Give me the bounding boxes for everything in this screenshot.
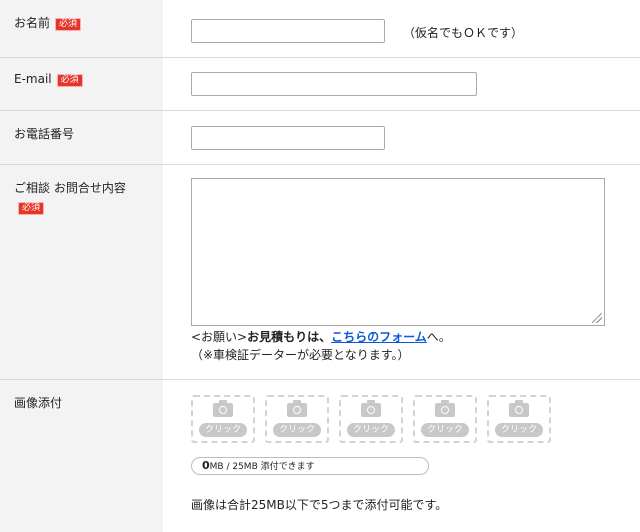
row-name: お名前 必須 （仮名でもＯＫです） bbox=[0, 0, 640, 58]
camera-icon bbox=[361, 400, 381, 417]
contact-form: お名前 必須 （仮名でもＯＫです） E-mail 必須 お電話番号 ご相談 お問合せ… bbox=[0, 0, 640, 532]
click-label: クリック bbox=[347, 423, 395, 437]
note-suffix: へ。 bbox=[426, 330, 451, 344]
image-upload-slot-5[interactable]: クリック bbox=[487, 395, 551, 443]
estimate-form-link[interactable]: こちらのフォーム bbox=[331, 330, 427, 344]
label-email: E-mail bbox=[14, 72, 52, 86]
click-label: クリック bbox=[421, 423, 469, 437]
image-upload-slot-3[interactable]: クリック bbox=[339, 395, 403, 443]
label-cell-images: 画像添付 bbox=[0, 380, 163, 532]
click-label: クリック bbox=[273, 423, 321, 437]
inquiry-textarea[interactable] bbox=[191, 178, 605, 326]
click-label: クリック bbox=[199, 423, 247, 437]
image-upload-slot-1[interactable]: クリック bbox=[191, 395, 255, 443]
label-images: 画像添付 bbox=[14, 396, 63, 410]
label-cell-inquiry: ご相談 お問合せ内容 必須 bbox=[0, 165, 163, 379]
capacity-text: MB / 25MB 添付できます bbox=[209, 462, 315, 472]
row-inquiry: ご相談 お問合せ内容 必須 <お願い>お見積もりは、こちらのフォームへ。 （※車… bbox=[0, 165, 640, 380]
value-cell-inquiry: <お願い>お見積もりは、こちらのフォームへ。 （※車検証データーが必要となります… bbox=[163, 165, 640, 379]
image-upload-slot-2[interactable]: クリック bbox=[265, 395, 329, 443]
required-badge: 必須 bbox=[18, 202, 45, 215]
name-input[interactable] bbox=[191, 19, 385, 43]
label-cell-name: お名前 必須 bbox=[0, 0, 163, 57]
camera-icon bbox=[213, 400, 233, 417]
row-phone: お電話番号 bbox=[0, 111, 640, 165]
click-label: クリック bbox=[495, 423, 543, 437]
attachment-limit-note: 画像は合計25MB以下で5つまで添付可能です。 bbox=[191, 498, 448, 512]
camera-icon bbox=[509, 400, 529, 417]
camera-icon bbox=[435, 400, 455, 417]
label-phone: お電話番号 bbox=[14, 127, 75, 141]
image-upload-slot-4[interactable]: クリック bbox=[413, 395, 477, 443]
value-cell-email bbox=[163, 58, 640, 110]
note-bold: お見積もりは、 bbox=[247, 330, 332, 344]
value-cell-name: （仮名でもＯＫです） bbox=[163, 0, 640, 57]
label-cell-email: E-mail 必須 bbox=[0, 58, 163, 110]
estimate-note: <お願い>お見積もりは、こちらのフォームへ。 bbox=[191, 328, 451, 345]
value-cell-images: クリック クリック クリック クリック クリック 0MB / 25MB 添付でき… bbox=[163, 380, 640, 532]
vehicle-data-note: （※車検証データーが必要となります。） bbox=[191, 348, 410, 362]
label-name: お名前 bbox=[14, 16, 51, 30]
value-cell-phone bbox=[163, 111, 640, 164]
resize-grip-icon[interactable] bbox=[592, 313, 602, 323]
label-cell-phone: お電話番号 bbox=[0, 111, 163, 164]
email-input[interactable] bbox=[191, 72, 477, 96]
capacity-used: 0 bbox=[202, 459, 210, 472]
upload-capacity-indicator: 0MB / 25MB 添付できます bbox=[191, 457, 429, 475]
phone-input[interactable] bbox=[191, 126, 385, 150]
required-badge: 必須 bbox=[56, 74, 83, 87]
note-prefix: <お願い> bbox=[191, 330, 248, 344]
row-email: E-mail 必須 bbox=[0, 58, 640, 111]
row-images: 画像添付 クリック クリック クリック クリック クリック 0MB / 25MB… bbox=[0, 380, 640, 532]
name-hint: （仮名でもＯＫです） bbox=[403, 26, 524, 40]
label-inquiry: ご相談 お問合せ内容 bbox=[14, 181, 126, 195]
required-badge: 必須 bbox=[55, 18, 82, 31]
camera-icon bbox=[287, 400, 307, 417]
